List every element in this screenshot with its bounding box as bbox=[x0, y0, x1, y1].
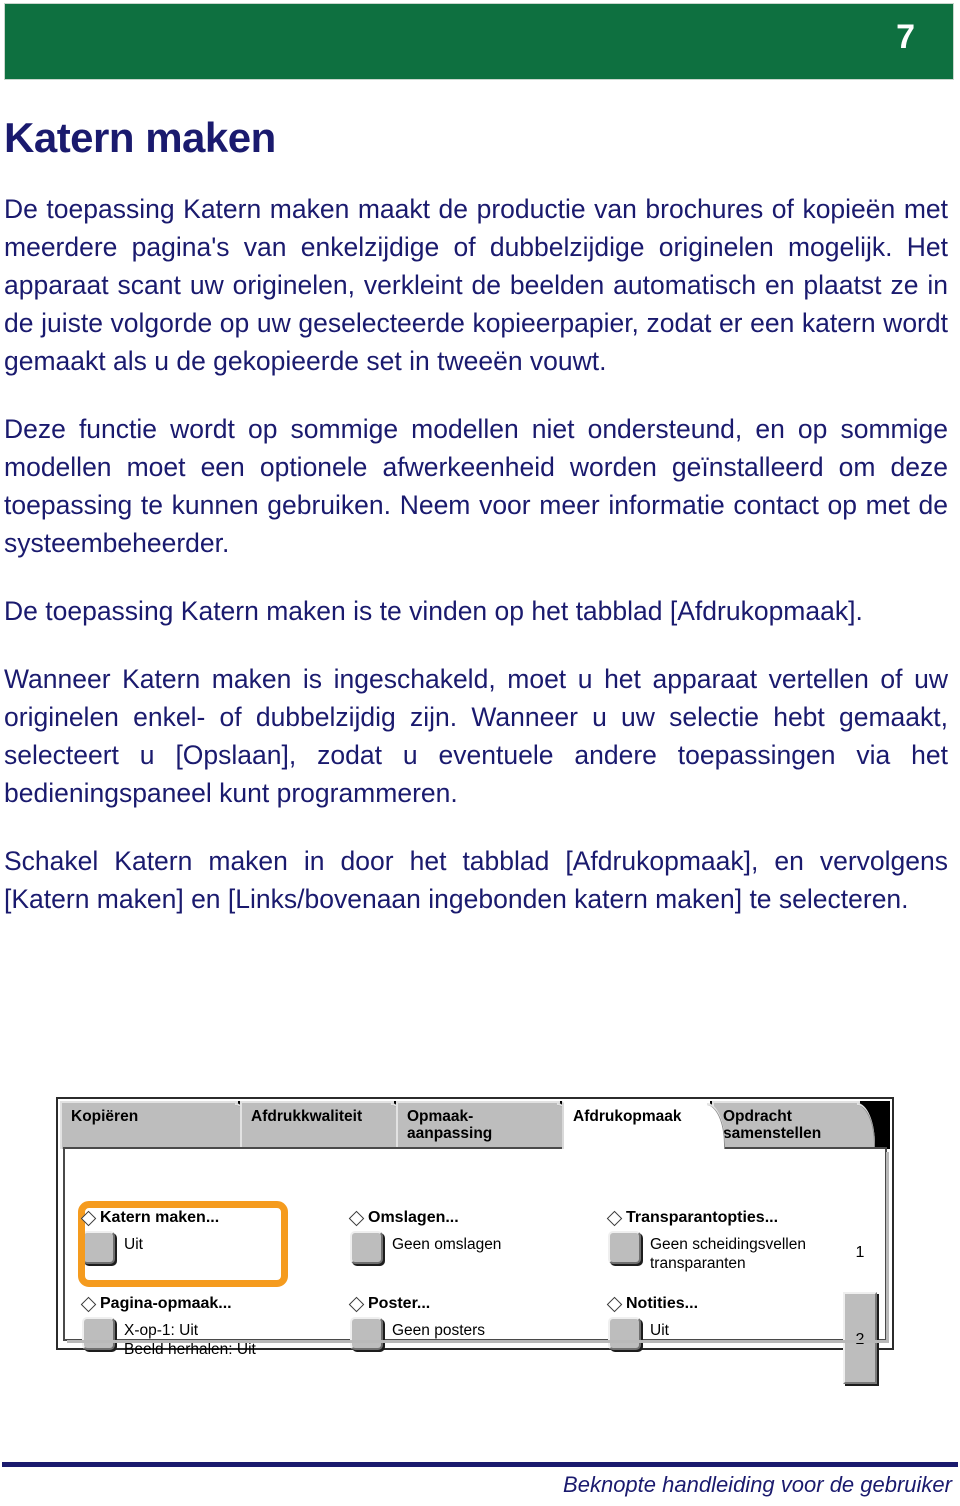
document-page: 7 Katern maken De toepassing Katern make… bbox=[0, 0, 960, 1506]
option-title: Poster... bbox=[368, 1295, 431, 1312]
option-header: Pagina-opmaak... bbox=[80, 1295, 322, 1313]
option-value: Geen posters bbox=[392, 1322, 486, 1339]
diamond-bullet-icon bbox=[606, 1210, 623, 1226]
option-transparantopties[interactable]: Transparantopties... Geen scheidingsvell… bbox=[606, 1209, 858, 1273]
option-katern-maken[interactable]: Katern maken... Uit bbox=[78, 1201, 312, 1287]
page-selector: 1 2 bbox=[843, 1199, 879, 1384]
diamond-bullet-icon bbox=[348, 1210, 365, 1226]
option-button[interactable] bbox=[82, 1231, 115, 1264]
paragraph-2: Deze functie wordt op sommige modellen n… bbox=[4, 414, 948, 558]
option-button[interactable] bbox=[350, 1317, 383, 1350]
option-pagina-opmaak[interactable]: Pagina-opmaak... X-op-1: Uit Beeld herha… bbox=[80, 1295, 322, 1359]
option-row[interactable]: Geen posters bbox=[350, 1317, 580, 1350]
diamond-bullet-icon bbox=[348, 1296, 365, 1312]
panel-interior: Katern maken... Uit Omslagen... Geen oms… bbox=[63, 1147, 889, 1384]
control-panel-figure: Kopiëren Afdrukkwaliteit Opmaak- aanpass… bbox=[56, 1097, 894, 1384]
option-omslagen[interactable]: Omslagen... Geen omslagen bbox=[348, 1209, 580, 1264]
option-value: Uit bbox=[650, 1322, 669, 1339]
tab-opmaakaanpassing[interactable]: Opmaak- aanpassing bbox=[396, 1101, 575, 1149]
option-button[interactable] bbox=[350, 1231, 383, 1264]
tab-label: Opmaak- aanpassing bbox=[407, 1108, 493, 1142]
option-value: Geen omslagen bbox=[392, 1236, 502, 1253]
option-title: Notities... bbox=[626, 1295, 699, 1312]
option-value: Geen scheidingsvellen transparanten bbox=[650, 1236, 806, 1272]
diamond-bullet-icon bbox=[80, 1296, 97, 1312]
option-header: Omslagen... bbox=[348, 1209, 580, 1227]
page-number: 7 bbox=[896, 18, 915, 56]
option-row[interactable]: Uit bbox=[82, 1231, 312, 1264]
option-row[interactable]: Geen omslagen bbox=[350, 1231, 580, 1264]
option-header: Poster... bbox=[348, 1295, 580, 1313]
option-value: Uit bbox=[124, 1236, 143, 1253]
option-notities[interactable]: Notities... Uit bbox=[606, 1295, 838, 1350]
tab-kopieren[interactable]: Kopiëren bbox=[60, 1101, 253, 1149]
option-header: Katern maken... bbox=[80, 1209, 312, 1227]
control-panel-frame: Kopiëren Afdrukkwaliteit Opmaak- aanpass… bbox=[56, 1097, 894, 1384]
tab-afdrukkwaliteit[interactable]: Afdrukkwaliteit bbox=[240, 1101, 409, 1149]
tab-label: Afdrukkwaliteit bbox=[251, 1108, 363, 1125]
option-row[interactable]: X-op-1: Uit Beeld herhalen: Uit bbox=[82, 1317, 322, 1359]
option-button[interactable] bbox=[608, 1317, 641, 1350]
page-selector-1[interactable]: 1 bbox=[843, 1215, 877, 1290]
footer-text: Beknopte handleiding voor de gebruiker bbox=[563, 1472, 952, 1497]
option-button[interactable] bbox=[82, 1317, 115, 1350]
option-title: Katern maken... bbox=[100, 1209, 220, 1226]
page-selector-2[interactable]: 2 bbox=[843, 1292, 877, 1384]
paragraph-1: De toepassing Katern maken maakt de prod… bbox=[4, 194, 948, 376]
option-row[interactable]: Geen scheidingsvellen transparanten bbox=[608, 1231, 858, 1273]
tab-label: Opdracht samenstellen bbox=[723, 1108, 822, 1142]
tab-label: Afdrukopmaak bbox=[573, 1108, 682, 1125]
option-header: Transparantopties... bbox=[606, 1209, 858, 1227]
page-title: Katern maken bbox=[4, 114, 276, 162]
option-button[interactable] bbox=[608, 1231, 641, 1264]
tab-label: Kopiëren bbox=[71, 1108, 139, 1125]
tab-strip: Kopiëren Afdrukkwaliteit Opmaak- aanpass… bbox=[60, 1101, 890, 1149]
paragraph-3: De toepassing Katern maken is te vinden … bbox=[4, 596, 863, 626]
option-title: Transparantopties... bbox=[626, 1209, 779, 1226]
option-value: X-op-1: Uit Beeld herhalen: Uit bbox=[124, 1322, 256, 1358]
diamond-bullet-icon bbox=[606, 1296, 623, 1312]
option-title: Pagina-opmaak... bbox=[100, 1295, 232, 1312]
option-title: Omslagen... bbox=[368, 1209, 459, 1226]
tab-afdrukopmaak[interactable]: Afdrukopmaak bbox=[562, 1101, 725, 1149]
header-band: 7 bbox=[4, 3, 954, 80]
option-header: Notities... bbox=[606, 1295, 838, 1313]
body-copy: De toepassing Katern maken maakt de prod… bbox=[4, 190, 948, 918]
panel-options-area: Katern maken... Uit Omslagen... Geen oms… bbox=[72, 1199, 879, 1384]
footer-divider bbox=[2, 1462, 958, 1467]
option-row[interactable]: Uit bbox=[608, 1317, 838, 1350]
diamond-bullet-icon bbox=[80, 1210, 97, 1226]
tab-opdracht-samenstellen[interactable]: Opdracht samenstellen bbox=[712, 1101, 875, 1149]
option-poster[interactable]: Poster... Geen posters bbox=[348, 1295, 580, 1350]
paragraph-4: Wanneer Katern maken is ingeschakeld, mo… bbox=[4, 664, 948, 808]
paragraph-5: Schakel Katern maken in door het tabblad… bbox=[4, 846, 948, 914]
